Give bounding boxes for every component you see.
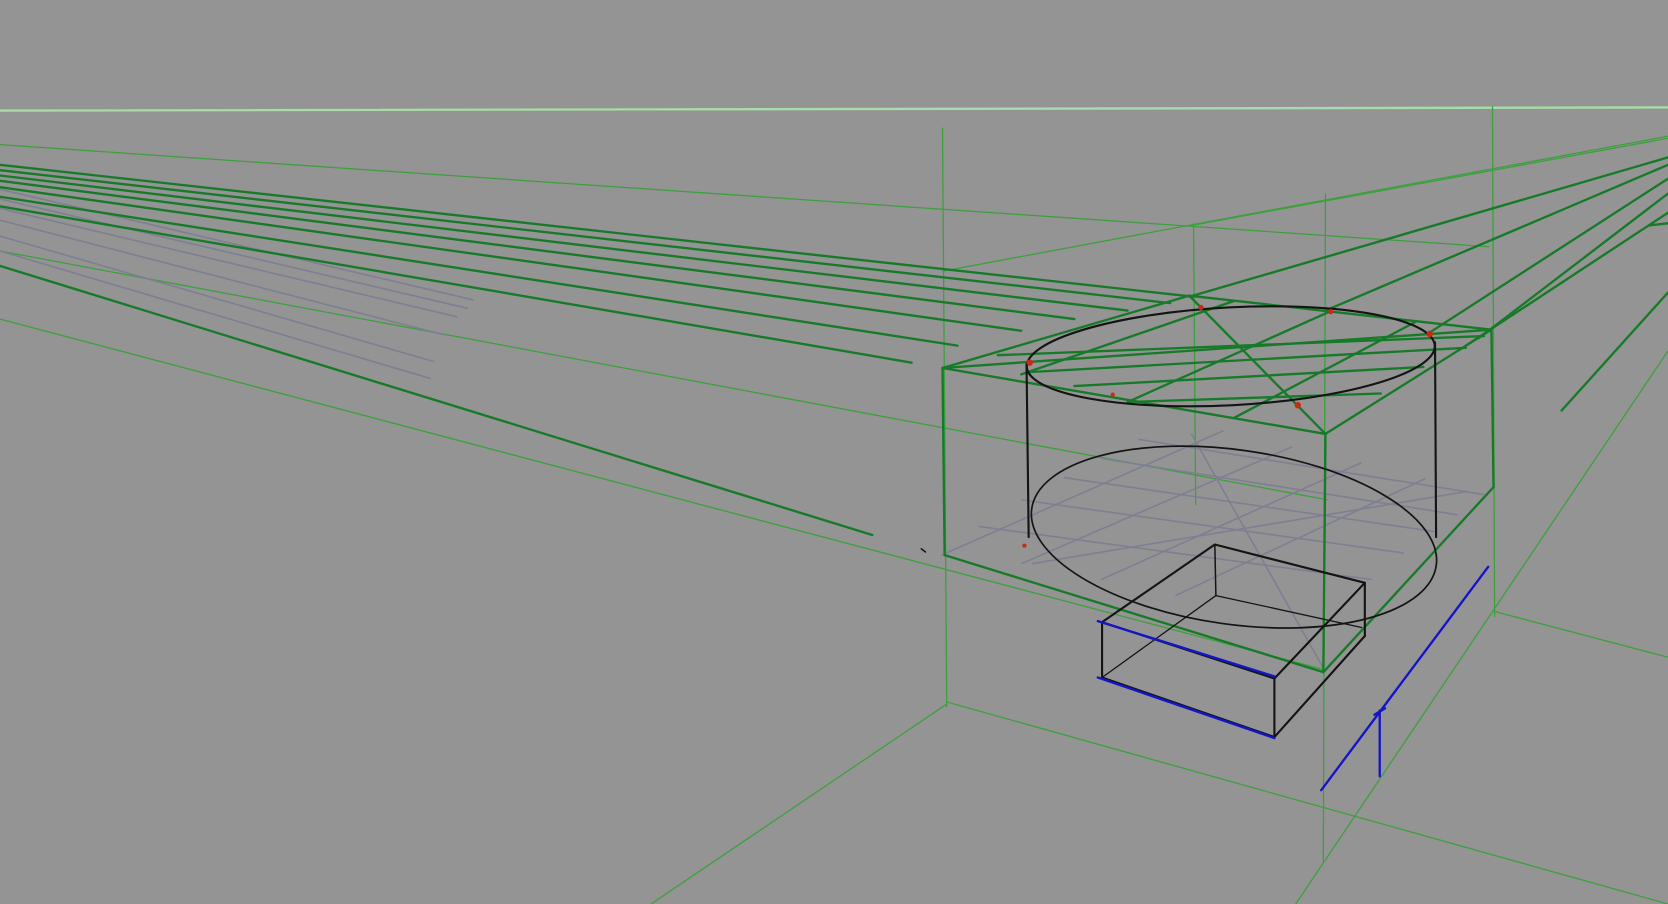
drawing-canvas[interactable] bbox=[0, 0, 1668, 904]
tangent-marker bbox=[1198, 304, 1204, 311]
ground-grid bbox=[0, 188, 1485, 671]
measure-lines bbox=[1096, 565, 1490, 792]
tangent-marker bbox=[1426, 330, 1433, 338]
tangent-marker bbox=[1022, 543, 1027, 548]
horizon-line bbox=[0, 106, 1668, 112]
tangent-marker bbox=[1328, 308, 1334, 315]
tangent-marker bbox=[1294, 402, 1301, 409]
tangent-marker bbox=[1026, 359, 1033, 366]
tangent-marker bbox=[1110, 392, 1115, 397]
perspective-guides bbox=[0, 106, 1668, 904]
